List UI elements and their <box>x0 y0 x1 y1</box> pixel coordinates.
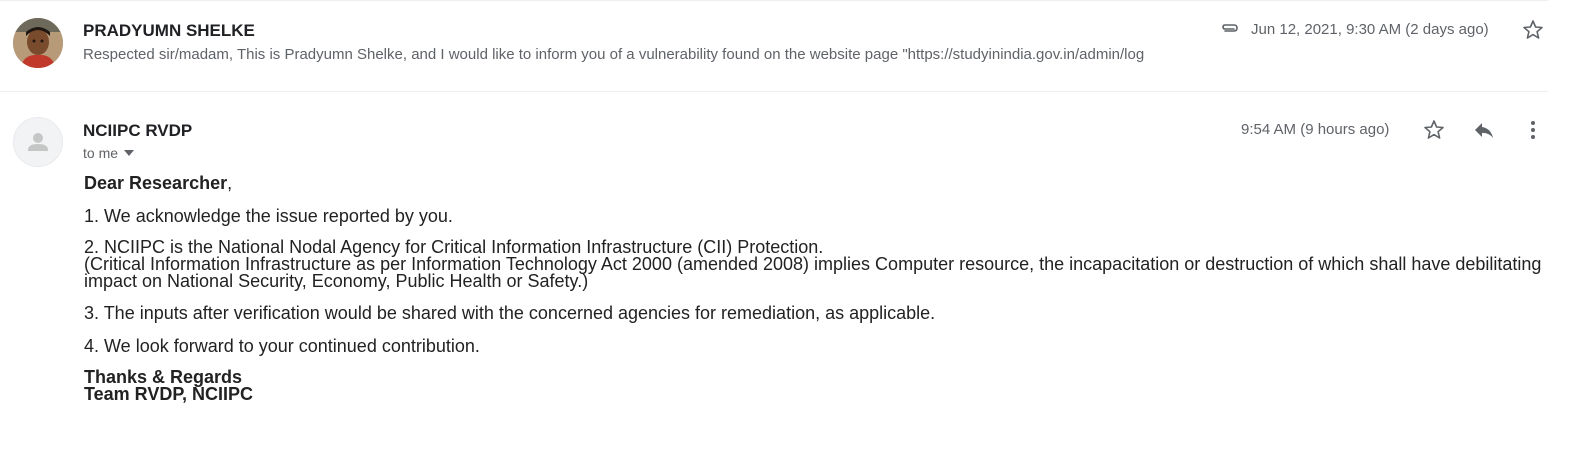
signature-line-2: Team RVDP, NCIIPC <box>84 384 254 404</box>
more-vert-icon[interactable] <box>1520 117 1546 143</box>
star-icon[interactable] <box>1421 117 1447 143</box>
message-snippet: Respected sir/madam, This is Pradyumn Sh… <box>83 46 1145 63</box>
signature: Thanks & Regards Team RVDP, NCIIPC <box>84 368 1554 404</box>
star-icon[interactable] <box>1520 17 1546 43</box>
reply-icon[interactable] <box>1471 117 1497 143</box>
message-timestamp: Jun 12, 2021, 9:30 AM (2 days ago) <box>1251 21 1489 38</box>
greeting-bold: Dear Researcher <box>84 173 228 193</box>
message-timestamp: 9:54 AM (9 hours ago) <box>1241 121 1390 138</box>
person-icon <box>28 133 48 151</box>
dropdown-icon[interactable] <box>124 150 135 156</box>
paragraph-2: 2. NCIIPC is the National Nodal Agency f… <box>84 238 1554 291</box>
sender-name: PRADYUMN SHELKE <box>83 21 255 40</box>
sender-avatar[interactable] <box>13 18 63 68</box>
sender-avatar[interactable] <box>13 117 63 167</box>
greeting: Dear Researcher, <box>84 173 1554 193</box>
paragraph-1: 1. We acknowledge the issue reported by … <box>84 206 453 226</box>
recipient-details[interactable]: to me <box>83 145 135 161</box>
recipient-label: to me <box>83 145 119 161</box>
message-body: Dear Researcher, 1. We acknowledge the i… <box>84 173 1554 416</box>
attachment-icon <box>1217 15 1243 41</box>
avatar-photo-icon <box>13 18 63 68</box>
paragraph-3: 3. The inputs after verification would b… <box>84 303 936 323</box>
collapsed-message[interactable]: PRADYUMN SHELKE Respected sir/madam, Thi… <box>0 0 1548 92</box>
greeting-punctuation: , <box>227 173 233 193</box>
paragraph-2-line-2: (Critical Information Infrastructure as … <box>84 254 1542 291</box>
email-thread: PRADYUMN SHELKE Respected sir/madam, Thi… <box>0 0 1575 465</box>
paragraph-4: 4. We look forward to your continued con… <box>84 336 480 356</box>
sender-name: NCIIPC RVDP <box>83 121 193 140</box>
